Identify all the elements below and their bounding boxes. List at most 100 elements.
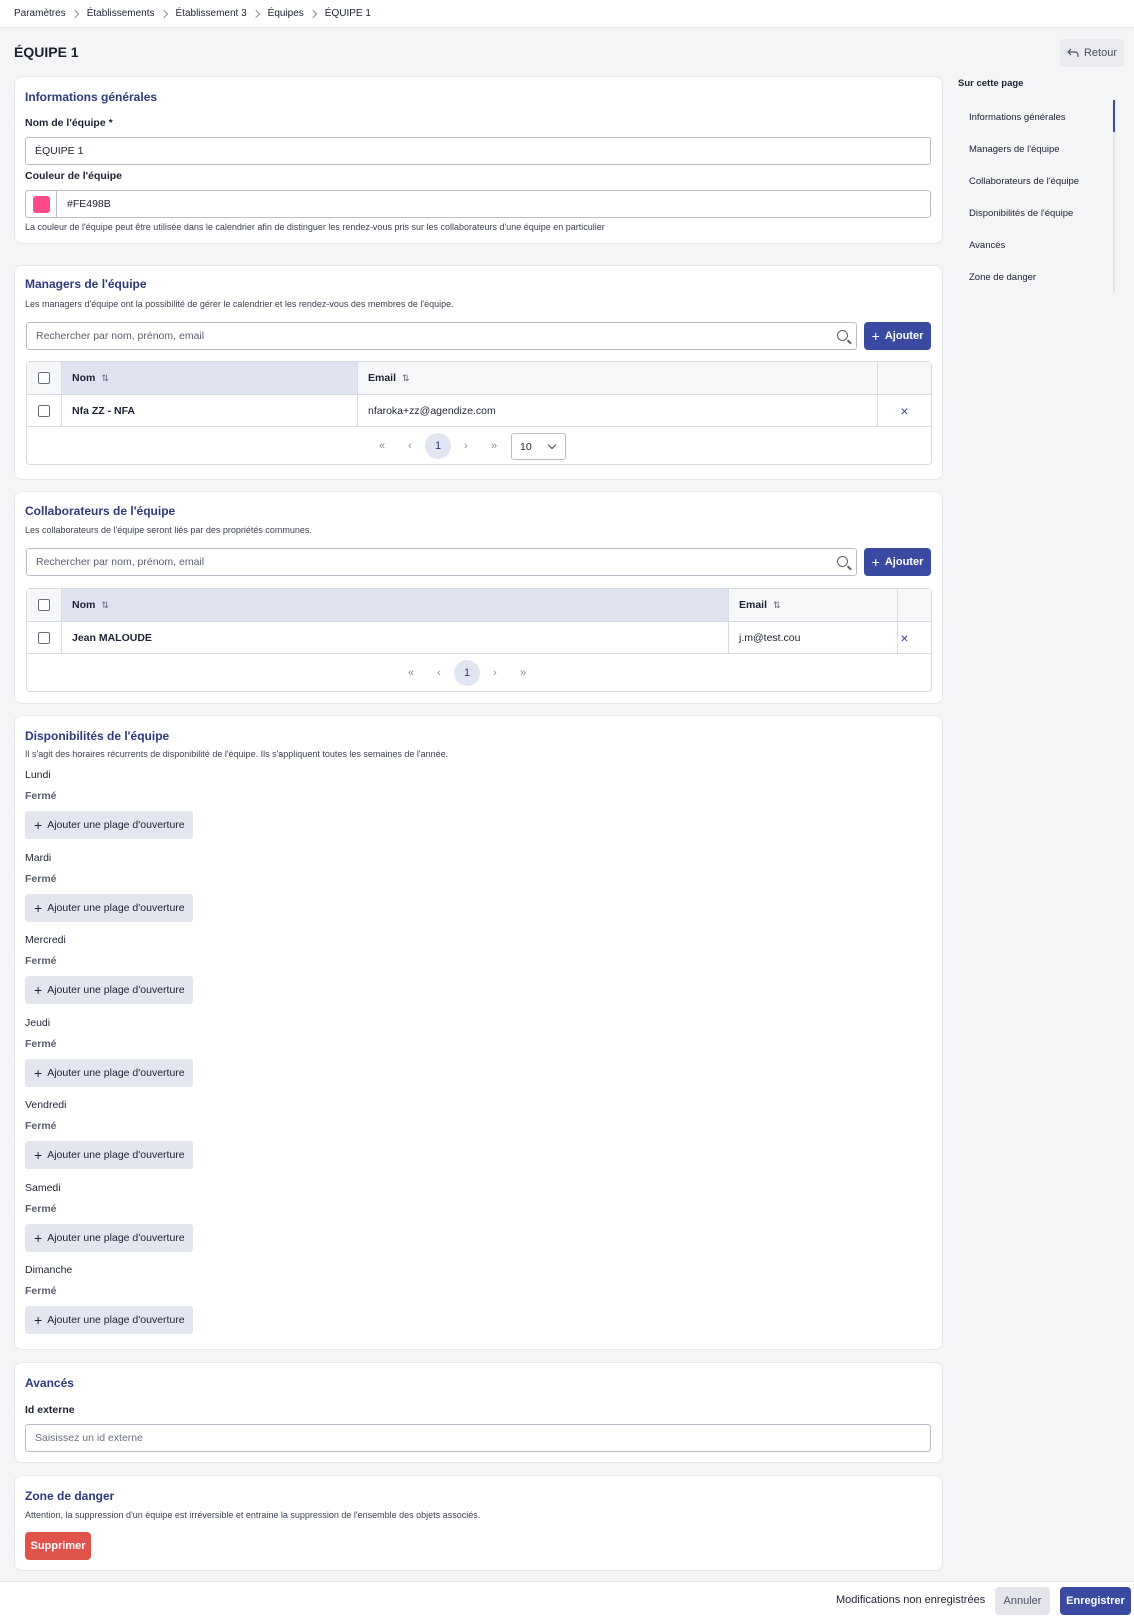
add-slot-label: Ajouter une plage d'ouverture [47,1314,185,1326]
add-slot-button[interactable]: + Ajouter une plage d'ouverture [25,1306,193,1334]
add-slot-label: Ajouter une plage d'ouverture [47,1149,185,1161]
day-status: Fermé [25,1120,57,1132]
managers-title: Managers de l'équipe [25,277,147,291]
team-name-input[interactable]: ÉQUIPE 1 [25,137,931,165]
day-status: Fermé [25,1285,57,1297]
breadcrumb-item-etablissement[interactable]: Établissement 3 [176,8,247,19]
sort-icon: ⇅ [402,372,410,383]
add-collaborator-button[interactable]: + Ajouter [864,548,931,576]
breadcrumb-item-etablissements[interactable]: Établissements [87,8,155,19]
toc-item-danger[interactable]: Zone de danger [969,272,1036,283]
managers-search-placeholder: Rechercher par nom, prénom, email [36,330,205,342]
remove-icon[interactable]: × [900,403,908,419]
toc-item-availability[interactable]: Disponibilités de l'équipe [969,208,1073,219]
unsaved-changes-text: Modifications non enregistrées [836,1594,986,1606]
add-slot-button[interactable]: + Ajouter une plage d'ouverture [25,1141,193,1169]
day-status: Fermé [25,790,57,802]
availability-card: Disponibilités de l'équipe Il s'agit des… [14,715,943,1350]
plus-icon: + [34,1147,43,1163]
general-info-title: Informations générales [25,90,158,104]
toc-item-advanced[interactable]: Avancés [969,240,1005,251]
search-icon [837,330,848,341]
last-page-icon[interactable]: » [510,660,536,686]
row-actions-cell: × [878,394,931,426]
next-page-icon[interactable]: › [453,433,479,459]
remove-icon[interactable]: × [900,630,908,646]
select-all-checkbox[interactable] [38,599,50,611]
sort-asc-icon: ⇅ [101,599,109,610]
add-slot-button[interactable]: + Ajouter une plage d'ouverture [25,976,193,1004]
row-checkbox[interactable] [38,404,50,417]
per-page-select[interactable]: 10 [511,433,566,460]
toc-title: Sur cette page [958,78,1024,89]
day-name: Jeudi [25,1016,51,1029]
page-button[interactable]: 1 [425,433,451,459]
add-slot-button[interactable]: + Ajouter une plage d'ouverture [25,1058,193,1087]
manager-email-cell: nfaroka+zz@agendize.com [358,394,878,426]
add-slot-button[interactable]: + Ajouter une plage d'ouverture [25,893,193,922]
column-header-name[interactable]: Nom ⇅ [62,362,358,394]
add-slot-button[interactable]: + Ajouter une plage d'ouverture [25,811,193,839]
managers-search-input[interactable]: Rechercher par nom, prénom, email [26,322,857,350]
availability-desc: Il s'agit des horaires récurrents de dis… [25,749,449,759]
team-color-value: #FE498B [67,198,111,210]
column-header-email[interactable]: Email ⇅ [358,362,878,394]
row-checkbox[interactable] [38,631,50,644]
collaborators-search-input[interactable]: Rechercher par nom, prénom, email [26,548,857,576]
prev-page-icon[interactable]: ‹ [426,660,452,686]
day-status: Fermé [25,872,57,885]
general-info-card: Informations générales Nom de l'équipe *… [14,76,943,244]
cancel-button[interactable]: Annuler [995,1587,1050,1615]
delete-button[interactable]: Supprimer [25,1532,91,1560]
collaborators-card: Collaborateurs de l'équipe Les collabora… [14,491,943,704]
chevron-right-icon [308,9,318,18]
next-page-icon[interactable]: › [482,660,508,686]
toc-item-general[interactable]: Informations générales [969,112,1066,123]
save-button[interactable]: Enregistrer [1060,1587,1131,1615]
collaborators-search-placeholder: Rechercher par nom, prénom, email [36,556,205,568]
day-name: Mercredi [25,934,66,946]
back-button-label: Retour [1083,47,1118,59]
collaborators-title: Collaborateurs de l'équipe [25,504,176,518]
toc-item-collaborators[interactable]: Collaborateurs de l'équipe [969,176,1079,187]
availability-title: Disponibilités de l'équipe [25,729,170,743]
danger-zone-title: Zone de danger [25,1489,115,1503]
first-page-icon[interactable]: « [398,660,424,686]
column-header-name[interactable]: Nom ⇅ [62,589,729,621]
managers-desc: Les managers d'équipe ont la possibilité… [25,299,454,309]
team-color-input[interactable]: #FE498B [25,190,931,218]
column-header-email[interactable]: Email ⇅ [729,589,898,621]
swatch-divider [56,191,57,217]
managers-table: Nom ⇅ Email ⇅ Nfa ZZ - NFA nfaroka+zz@agen… [26,361,932,465]
team-name-value: ÉQUIPE 1 [35,145,84,157]
select-all-cell [27,589,62,621]
day-status: Fermé [25,955,57,967]
external-id-input[interactable]: Saisissez un id externe [25,1424,931,1452]
column-name-label: Nom [72,372,96,384]
prev-page-icon[interactable]: ‹ [397,433,423,459]
toc-item-managers[interactable]: Managers de l'équipe [969,144,1060,155]
page-button[interactable]: 1 [454,660,480,686]
breadcrumb: Paramètres Établissements Établissement … [0,0,1134,28]
search-icon [837,556,848,567]
last-page-icon[interactable]: » [481,433,507,459]
color-swatch[interactable] [33,195,50,213]
first-page-icon[interactable]: « [369,433,395,459]
day-name: Dimanche [25,1264,73,1276]
team-color-label: Couleur de l'équipe [25,170,123,182]
danger-zone-card: Zone de danger Attention, la suppression… [14,1475,943,1571]
column-email-label: Email [739,599,768,611]
back-button[interactable]: Retour [1060,39,1124,67]
select-all-checkbox[interactable] [38,372,50,384]
add-slot-button[interactable]: + Ajouter une plage d'ouverture [25,1223,193,1252]
managers-card: Managers de l'équipe Les managers d'équi… [14,265,943,480]
return-arrow-icon [1067,48,1079,57]
collaborator-name-cell: Jean MALOUDE [62,621,729,653]
plus-icon: + [871,328,880,344]
add-manager-button[interactable]: + Ajouter [864,322,931,350]
chevron-right-icon [251,9,260,18]
breadcrumb-item-equipes[interactable]: Équipes [268,8,304,19]
column-header-actions [898,589,931,621]
plus-icon: + [34,1064,43,1081]
breadcrumb-item-parametres[interactable]: Paramètres [14,8,66,19]
